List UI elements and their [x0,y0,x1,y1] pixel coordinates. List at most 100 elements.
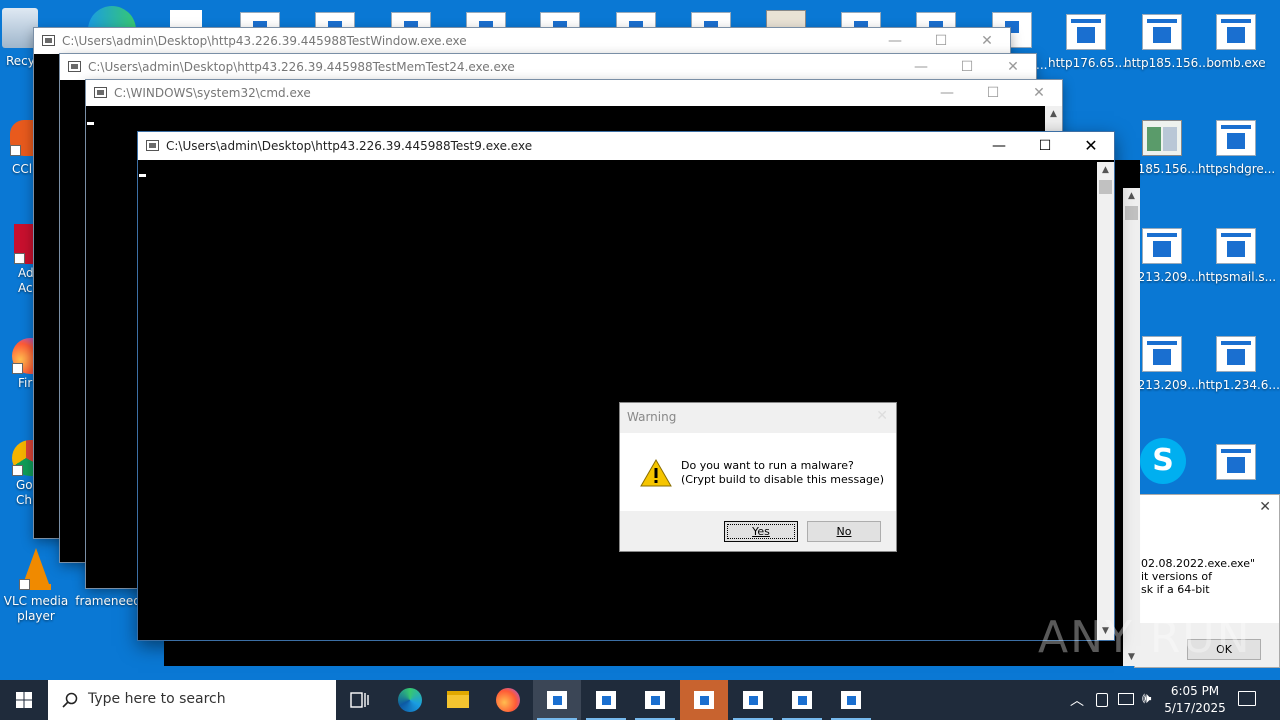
window-title: C:\Users\admin\Desktop\http43.226.39.445… [62,34,467,48]
exe-app-icon [645,691,665,709]
desktop-icon-bomb[interactable]: bomb.exe [1198,14,1274,71]
taskbar-file-explorer[interactable] [434,680,482,720]
exe-app-icon [792,691,812,709]
desktop-icon-label: http176.65.... [1048,56,1130,70]
no-button[interactable]: No [807,521,881,542]
taskbar-edge[interactable] [386,680,434,720]
recycle-bin-icon [2,8,38,48]
network-icon[interactable] [1118,693,1134,705]
scrollbar-thumb[interactable] [1125,206,1138,220]
dialog-message-line1: Do you want to run a malware? [681,459,854,472]
close-button[interactable]: ✕ [990,54,1036,80]
edge-icon [88,6,136,30]
close-icon[interactable]: ✕ [1259,499,1271,515]
close-button[interactable]: ✕ [1016,80,1062,106]
warning-icon [640,459,672,487]
task-view-button[interactable] [336,680,384,720]
exe-file-icon [1216,120,1256,156]
message-text-line: sk if a 64-bit [1141,583,1210,596]
taskbar-console-app[interactable] [533,680,581,720]
clock[interactable]: 6:05 PM 5/17/2025 [1164,683,1226,717]
exe-file-icon [1142,336,1182,372]
taskbar-console-app[interactable] [582,680,630,720]
minimize-button[interactable]: — [898,54,944,80]
taskbar-console-app[interactable] [729,680,777,720]
title-bar[interactable]: C:\WINDOWS\system32\cmd.exe — ☐ ✕ [86,80,1062,106]
exe-app-icon [841,691,861,709]
exe-app-icon [596,691,616,709]
maximize-button[interactable]: ☐ [944,54,990,80]
exe-file-icon [1066,14,1106,50]
desktop-icon-label: VLC media player [3,594,69,623]
desktop-icon-label: http185.156... [1124,56,1210,70]
vertical-scrollbar[interactable]: ▲ ▼ [1097,162,1114,640]
skype-icon[interactable]: S [1140,438,1186,484]
desktop-icon-label: httpsmail.s... [1198,270,1277,284]
message-text-line: 02.08.2022.exe.exe" [1141,557,1256,570]
volume-icon[interactable]: 🕪 [1142,689,1151,707]
vertical-scrollbar[interactable]: ▲ ▼ [1123,188,1140,666]
desktop-icon-http176[interactable]: http176.65.... [1048,14,1130,71]
show-hidden-icons-chevron-up-icon[interactable]: ︿ [1070,690,1084,710]
clock-time: 6:05 PM [1170,684,1220,698]
task-view-icon [350,692,369,708]
desktop-icon-httpshdgre[interactable]: httpshdgre... [1198,120,1275,177]
title-bar[interactable]: C:\Users\admin\Desktop\http43.226.39.445… [60,54,1036,80]
maximize-button[interactable]: ☐ [1022,132,1068,160]
exe-app-icon [743,691,763,709]
maximize-button[interactable]: ☐ [918,28,964,54]
search-box[interactable]: Type here to search [48,680,336,720]
close-icon[interactable]: ✕ [876,408,888,424]
close-button[interactable]: ✕ [964,28,1010,54]
scroll-up-arrow-icon[interactable]: ▲ [1123,188,1140,205]
taskbar-console-app[interactable] [827,680,875,720]
title-bar[interactable]: C:\Users\admin\Desktop\http43.226.39.445… [138,132,1114,160]
minimize-button[interactable]: — [872,28,918,54]
dialog-message-line2: (Crypt build to disable this message) [681,473,884,486]
desktop-icon-httpsmail[interactable]: httpsmail.s... [1198,228,1277,285]
console-app-icon [94,87,107,98]
anyrun-watermark: ANY RUN [1038,612,1252,663]
title-bar[interactable]: C:\Users\admin\Desktop\http43.226.39.445… [34,28,1010,54]
taskbar-firefox[interactable] [484,680,532,720]
clock-date: 5/17/2025 [1164,701,1226,715]
desktop-icon-label: frameneed. [75,594,145,608]
scroll-up-arrow-icon[interactable]: ▲ [1045,106,1062,123]
desktop-icon-label: http1.234.6... [1198,378,1280,392]
windows-logo-icon [16,692,32,708]
start-button[interactable] [0,680,48,720]
exe-file-icon [1216,444,1256,480]
firefox-icon [496,688,520,712]
close-button[interactable]: ✕ [1068,132,1114,160]
scrollbar-thumb[interactable] [1099,180,1112,194]
notification-icon[interactable] [1238,691,1256,706]
maximize-button[interactable]: ☐ [970,80,1016,106]
dialog-body: Do you want to run a malware? (Crypt bui… [620,433,896,511]
desktop-icon-http1234[interactable]: http1.234.6... [1198,336,1280,393]
taskbar-console-app-flashing[interactable] [680,680,728,720]
minimize-button[interactable]: — [924,80,970,106]
desktop-icon-http185[interactable]: http185.156... [1124,14,1210,71]
desktop-icon-exe[interactable] [1198,444,1274,486]
minimize-button[interactable]: — [976,132,1022,160]
exe-file-icon [1142,228,1182,264]
console-app-icon [146,140,159,151]
warning-dialog[interactable]: Warning ✕ Do you want to run a malware? … [619,402,897,552]
exe-file-icon [1142,14,1182,50]
console-window-test9[interactable]: C:\Users\admin\Desktop\http43.226.39.445… [138,132,1114,640]
taskbar: Type here to search ︿ 🕪 6:05 PM 5/17/202… [0,680,1280,720]
taskbar-console-app[interactable] [778,680,826,720]
edge-icon [398,688,422,712]
image-file-icon [1142,120,1182,156]
file-icon [170,10,202,30]
exe-file-icon [1216,228,1256,264]
image-file-icon [766,10,806,30]
window-title: C:\WINDOWS\system32\cmd.exe [114,86,311,100]
yes-button[interactable]: Yes [724,521,798,542]
security-icon[interactable] [1096,693,1108,707]
search-placeholder: Type here to search [88,691,226,707]
scroll-up-arrow-icon[interactable]: ▲ [1097,162,1114,179]
exe-app-icon [547,691,567,709]
taskbar-console-app[interactable] [631,680,679,720]
window-title: C:\Users\admin\Desktop\http43.226.39.445… [166,139,533,153]
